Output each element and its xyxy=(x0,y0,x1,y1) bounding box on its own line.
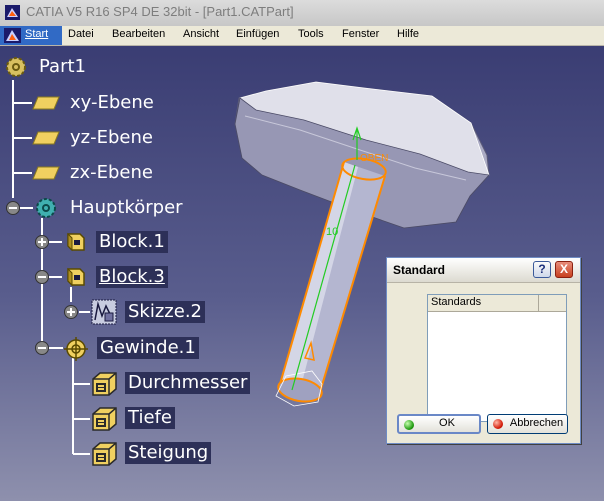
standard-dialog: Standard ? X Standards OK Abbrechen xyxy=(386,257,581,444)
collapse-icon[interactable] xyxy=(6,201,20,215)
plane-icon xyxy=(32,96,60,110)
tree-label-xy-plane: xy-Ebene xyxy=(70,92,154,113)
standards-list[interactable]: Standards xyxy=(427,294,567,422)
column-separator[interactable] xyxy=(538,295,539,311)
tree-label-part1: Part1 xyxy=(39,56,86,77)
cancel-button-label: Abbrechen xyxy=(509,417,564,429)
expand-icon[interactable] xyxy=(35,235,49,249)
menu-fenster[interactable]: Fenster xyxy=(342,28,379,40)
dialog-title-bar[interactable]: Standard ? X xyxy=(387,258,580,283)
menu-tools[interactable]: Tools xyxy=(298,28,324,40)
tree-label-diameter: Durchmesser xyxy=(125,372,251,394)
cancel-red-icon xyxy=(493,419,503,429)
tree-label-block3: Block.3 xyxy=(96,266,168,288)
ok-button-label: OK xyxy=(439,417,455,429)
sketch-icon xyxy=(91,299,117,325)
standards-column-header: Standards xyxy=(431,296,482,308)
dialog-title: Standard xyxy=(393,263,446,277)
tree-label-block1: Block.1 xyxy=(96,231,168,253)
collapse-icon[interactable] xyxy=(35,270,49,284)
ok-green-icon xyxy=(404,420,414,430)
ok-button[interactable]: OK xyxy=(397,414,481,434)
pad-icon xyxy=(67,232,85,252)
title-bar[interactable]: CATIA V5 R16 SP4 DE 32bit - [Part1.CATPa… xyxy=(0,0,604,27)
help-button[interactable]: ? xyxy=(533,261,551,278)
parameter-cube-icon xyxy=(92,372,117,396)
collapse-icon[interactable] xyxy=(35,341,49,355)
menu-hilfe[interactable]: Hilfe xyxy=(397,28,419,40)
expand-icon[interactable] xyxy=(64,305,78,319)
menu-start-label: Start xyxy=(25,28,49,40)
tree-label-pitch: Steigung xyxy=(125,442,212,464)
tree-label-thread: Gewinde.1 xyxy=(97,337,199,359)
tree-label-sketch: Skizze.2 xyxy=(125,301,205,323)
plane-icon xyxy=(32,131,60,145)
tree-label-zx-plane: zx-Ebene xyxy=(70,162,153,183)
plane-icon xyxy=(32,166,60,180)
tree-label-depth: Tiefe xyxy=(125,407,175,429)
3d-viewport[interactable]: 10 OBEN Part1 xy-Ebene yz-Ebene zx-Ebene… xyxy=(0,46,604,501)
catia-window: CATIA V5 R16 SP4 DE 32bit - [Part1.CATPa… xyxy=(0,0,604,501)
menu-bearbeiten[interactable]: Bearbeiten xyxy=(112,28,165,40)
thread-icon xyxy=(64,337,88,361)
close-button[interactable]: X xyxy=(555,261,573,278)
menu-datei[interactable]: Datei xyxy=(68,28,94,40)
menu-ansicht[interactable]: Ansicht xyxy=(183,28,219,40)
body-gear-icon xyxy=(36,198,56,218)
gear-icon xyxy=(6,57,26,77)
cancel-button[interactable]: Abbrechen xyxy=(487,414,568,434)
menu-start[interactable]: Start xyxy=(0,26,62,45)
menu-bar: Start Datei Bearbeiten Ansicht Einfügen … xyxy=(0,26,604,46)
standards-list-header[interactable]: Standards xyxy=(428,295,566,312)
window-title: CATIA V5 R16 SP4 DE 32bit - [Part1.CATPa… xyxy=(26,4,294,19)
tree-label-body: Hauptkörper xyxy=(70,197,183,218)
tree-label-yz-plane: yz-Ebene xyxy=(70,127,153,148)
parameter-cube-icon xyxy=(92,407,117,431)
menu-einfuegen[interactable]: Einfügen xyxy=(236,28,279,40)
parameter-cube-icon xyxy=(92,442,117,466)
catia-app-icon xyxy=(5,5,20,20)
pad-icon xyxy=(67,267,85,287)
start-icon xyxy=(4,28,21,43)
